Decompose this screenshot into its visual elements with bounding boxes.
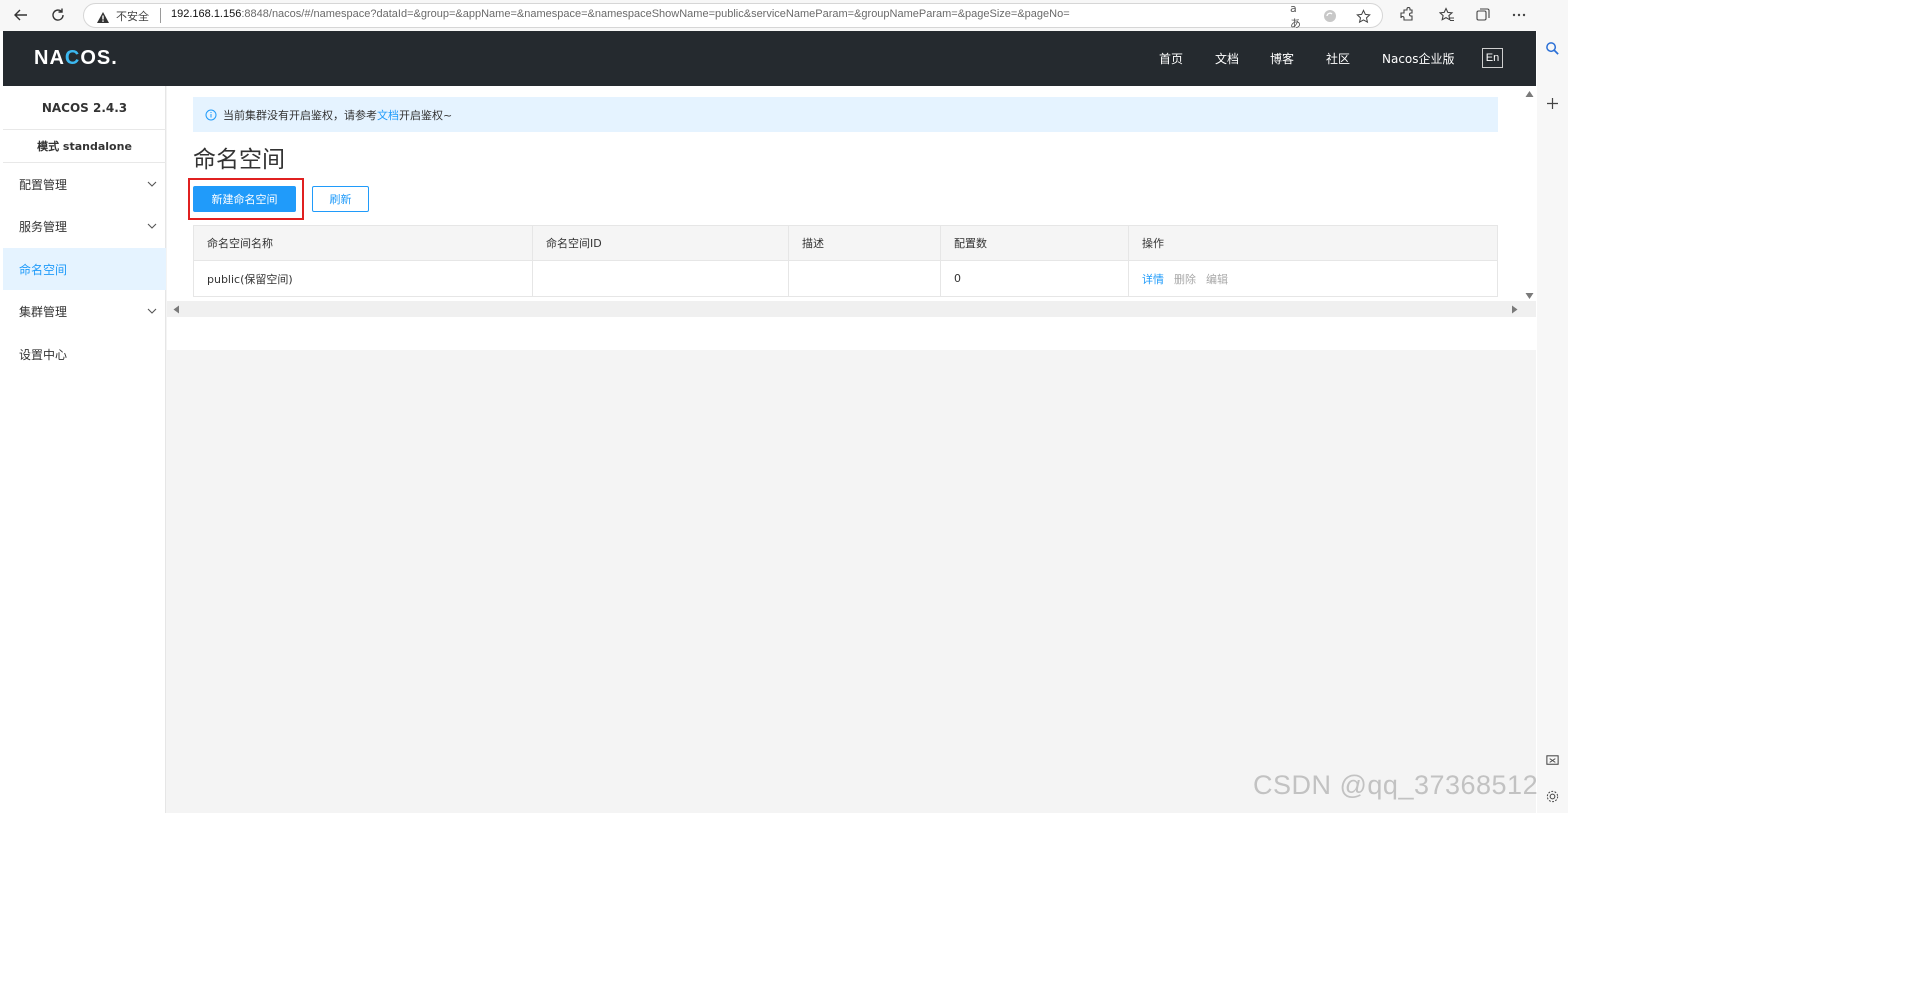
screenshot-icon[interactable]: [1545, 753, 1560, 772]
scroll-up-arrow[interactable]: [1525, 90, 1534, 98]
address-divider: [160, 8, 161, 23]
read-aloud-icon[interactable]: aあ: [1290, 2, 1306, 30]
nav-blog[interactable]: 博客: [1270, 50, 1294, 67]
version-label: NACOS 2.4.3: [3, 86, 166, 130]
back-arrow-icon: [14, 9, 27, 21]
logo-part: C: [64, 47, 81, 69]
config-count-cell: 0: [941, 261, 1129, 296]
notice-text-before: 当前集群没有开启鉴权，请参考: [223, 108, 377, 122]
docs-link[interactable]: 文档: [377, 107, 399, 123]
app-header: NACOS. 首页 文档 博客 社区 Nacos企业版 En: [3, 31, 1536, 86]
extensions-icon[interactable]: [1397, 5, 1417, 25]
scroll-right-arrow[interactable]: [1511, 305, 1518, 314]
more-icon[interactable]: [1509, 5, 1529, 25]
favorites-icon[interactable]: [1437, 5, 1457, 25]
browser-toolbar: 不安全 192.168.1.156:8848/nacos/#/namespace…: [0, 0, 1568, 31]
language-switch-button[interactable]: En: [1482, 48, 1503, 68]
url-path: :8848/nacos/#/namespace?dataId=&group=&a…: [241, 8, 1070, 20]
horizontal-scrollbar[interactable]: [167, 301, 1536, 317]
insecure-label: 不安全: [116, 10, 149, 23]
namespace-description-cell: [789, 261, 941, 296]
notice-text-after: 开启鉴权~: [399, 108, 453, 122]
menu-item-cluster-management[interactable]: 集群管理: [3, 290, 166, 332]
menu-item-namespace[interactable]: 命名空间: [3, 248, 166, 290]
page-title: 命名空间: [193, 147, 285, 173]
address-bar[interactable]: 不安全 192.168.1.156:8848/nacos/#/namespace…: [83, 2, 1383, 30]
scroll-left-arrow[interactable]: [173, 305, 180, 314]
nacos-app: NACOS. 首页 文档 博客 社区 Nacos企业版 En NACOS 2.4…: [3, 31, 1536, 813]
namespace-table: 命名空间名称 命名空间ID 描述 配置数 操作 public(保留空间) 0 详…: [193, 225, 1498, 297]
collections-icon[interactable]: [1473, 5, 1493, 25]
reload-icon: [52, 8, 64, 21]
menu-item-label: 配置管理: [19, 177, 68, 192]
column-header-operations: 操作: [1142, 237, 1164, 250]
namespace-id-cell: [533, 261, 789, 296]
browser-sidebar: [1537, 31, 1568, 813]
table-header-row: 命名空间名称 命名空间ID 描述 配置数 操作: [194, 226, 1497, 261]
column-header-name: 命名空间名称: [194, 226, 533, 260]
column-header-description: 描述: [789, 226, 941, 260]
add-icon[interactable]: [1546, 95, 1559, 114]
mode-label: 模式 standalone: [3, 130, 166, 163]
search-icon[interactable]: [1545, 41, 1560, 60]
scroll-down-arrow[interactable]: [1525, 292, 1534, 300]
favorite-star-icon[interactable]: [1355, 8, 1371, 24]
detail-link[interactable]: 详情: [1142, 271, 1164, 287]
edit-link[interactable]: 编辑: [1206, 271, 1228, 287]
column-header-config-count: 配置数: [941, 226, 1129, 260]
chevron-down-icon: [147, 223, 157, 229]
table-row: public(保留空间) 0 详情 删除 编辑: [194, 261, 1497, 296]
operations-cell: 详情 删除 编辑: [1129, 261, 1497, 296]
delete-link[interactable]: 删除: [1174, 271, 1196, 287]
nacos-logo[interactable]: NACOS.: [34, 47, 118, 70]
menu-item-label: 服务管理: [19, 219, 68, 234]
back-button[interactable]: [10, 4, 32, 26]
nav-community[interactable]: 社区: [1326, 50, 1350, 67]
reload-button[interactable]: [47, 4, 69, 26]
chevron-down-icon: [147, 181, 157, 187]
auth-notice: 当前集群没有开启鉴权，请参考 文档 开启鉴权~: [193, 97, 1498, 132]
refresh-button[interactable]: 刷新: [312, 186, 369, 212]
url-host: 192.168.1.156: [171, 8, 242, 20]
csdn-watermark: CSDN @qq_37368512: [1253, 770, 1539, 800]
logo-part: NA: [34, 47, 65, 69]
new-namespace-button[interactable]: 新建命名空间: [193, 186, 296, 212]
column-header-id: 命名空间ID: [533, 226, 789, 260]
menu-item-label: 集群管理: [19, 304, 68, 319]
logo-part: OS.: [80, 47, 118, 69]
nav-home[interactable]: 首页: [1159, 50, 1183, 67]
menu-item-label: 命名空间: [19, 262, 68, 277]
menu-item-service-management[interactable]: 服务管理: [3, 205, 166, 247]
side-menu: NACOS 2.4.3 模式 standalone 配置管理 服务管理 命名空间…: [3, 86, 166, 813]
menu-item-label: 设置中心: [19, 347, 68, 362]
settings-gear-icon[interactable]: [1545, 789, 1560, 808]
translate-icon[interactable]: [1322, 8, 1338, 24]
namespace-name-cell: public(保留空间): [194, 261, 533, 296]
nav-enterprise[interactable]: Nacos企业版: [1382, 50, 1455, 67]
info-icon: [205, 109, 217, 120]
url-text[interactable]: 192.168.1.156:8848/nacos/#/namespace?dat…: [171, 8, 1070, 20]
menu-item-config-management[interactable]: 配置管理: [3, 163, 166, 205]
warning-icon: [96, 9, 110, 28]
menu-item-settings-center[interactable]: 设置中心: [3, 333, 166, 375]
nav-docs[interactable]: 文档: [1215, 50, 1239, 67]
chevron-down-icon: [147, 308, 157, 314]
